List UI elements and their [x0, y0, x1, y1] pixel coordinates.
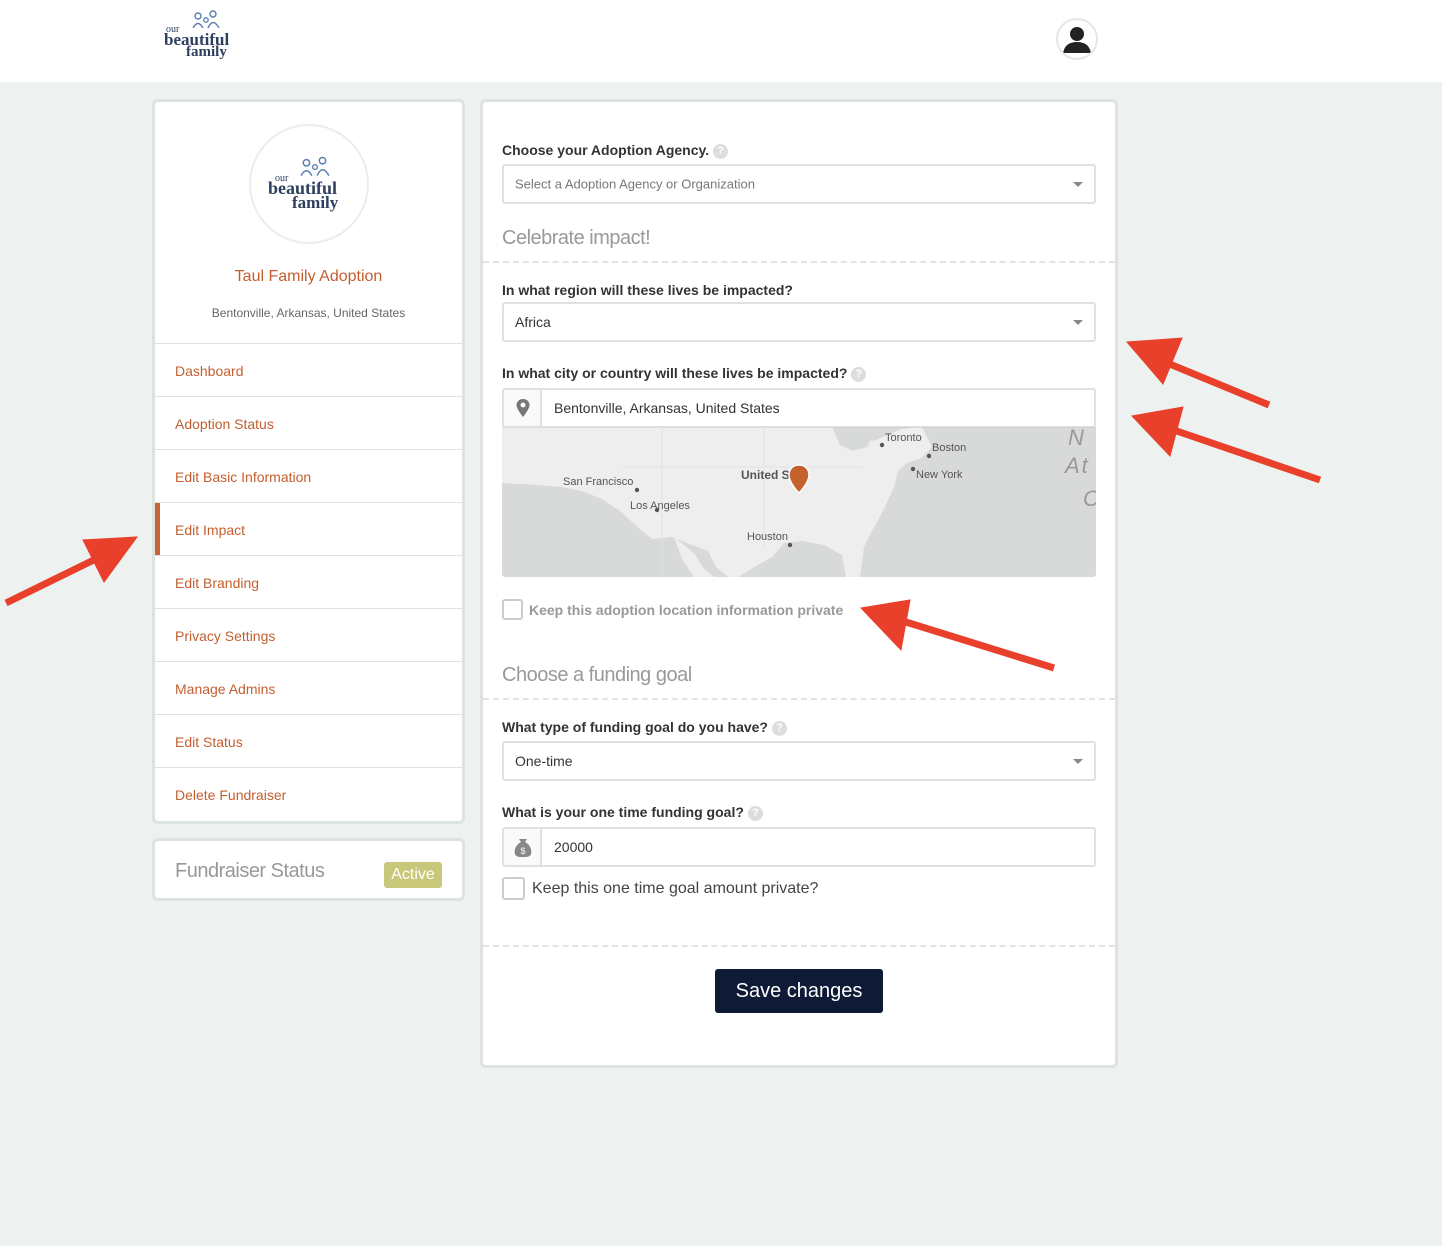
money-bag-icon: $ — [514, 839, 532, 857]
sidebar-item-label: Manage Admins — [175, 681, 276, 697]
map-label-ocean-3: O — [1083, 486, 1096, 512]
fundraiser-status-label: Fundraiser Status — [175, 860, 325, 882]
status-badge: Active — [384, 862, 442, 888]
chevron-down-icon — [1073, 320, 1083, 325]
top-bar: our beautiful family — [0, 0, 1442, 82]
sidebar-item-edit-branding[interactable]: Edit Branding — [155, 555, 462, 608]
goal-private-label[interactable]: Keep this one time goal amount private? — [532, 880, 818, 898]
city-label: In what city or country will these lives… — [502, 365, 867, 382]
sidebar: our beautiful family Taul Family Adoptio… — [152, 99, 465, 824]
region-select[interactable]: Africa — [502, 302, 1096, 342]
map-land-shapes — [502, 427, 1096, 577]
sidebar-item-label: Edit Status — [175, 734, 243, 750]
fundraiser-avatar: our beautiful family — [249, 124, 369, 244]
help-icon[interactable]: ? — [851, 367, 867, 382]
money-bag-addon: $ — [504, 829, 542, 865]
sidebar-item-edit-status[interactable]: Edit Status — [155, 714, 462, 767]
agency-select-placeholder: Select a Adoption Agency or Organization — [515, 176, 755, 192]
user-avatar-button[interactable] — [1056, 18, 1098, 60]
map-marker-icon — [788, 464, 810, 495]
save-changes-button[interactable]: Save changes — [715, 969, 883, 1013]
agency-select[interactable]: Select a Adoption Agency or Organization — [502, 164, 1096, 204]
sidebar-item-label: Edit Basic Information — [175, 469, 312, 485]
goal-amount-input-group: $ — [502, 827, 1096, 867]
svg-text:$: $ — [520, 846, 525, 856]
user-icon — [1063, 27, 1091, 53]
goal-type-select-value: One-time — [515, 753, 573, 769]
goal-amount-label: What is your one time funding goal?? — [502, 804, 763, 821]
sidebar-item-label: Privacy Settings — [175, 628, 276, 644]
sidebar-item-edit-basic-information[interactable]: Edit Basic Information — [155, 449, 462, 502]
sidebar-item-privacy-settings[interactable]: Privacy Settings — [155, 608, 462, 661]
funding-section-title: Choose a funding goal — [502, 664, 692, 686]
goal-type-label: What type of funding goal do you have?? — [502, 719, 787, 736]
agency-label-text: Choose your Adoption Agency. — [502, 142, 710, 158]
arrow-annotation — [1163, 423, 1322, 484]
fundraiser-title[interactable]: Taul Family Adoption — [155, 268, 462, 286]
sidebar-item-label: Edit Impact — [175, 522, 246, 538]
agency-label: Choose your Adoption Agency.? — [502, 142, 729, 159]
goal-type-label-text: What type of funding goal do you have? — [502, 719, 768, 735]
sidebar-item-label: Delete Fundraiser — [175, 787, 287, 803]
region-select-value: Africa — [515, 314, 551, 330]
arrow-head — [1130, 406, 1184, 457]
sidebar-item-edit-impact[interactable]: Edit Impact — [155, 502, 462, 555]
location-pin-addon — [504, 390, 542, 426]
arrow-annotation — [1158, 356, 1271, 409]
region-label: In what region will these lives be impac… — [502, 282, 793, 298]
help-icon[interactable]: ? — [713, 144, 729, 159]
map-label-houston: Houston — [747, 531, 788, 543]
location-pin-icon — [516, 399, 530, 417]
city-label-text: In what city or country will these lives… — [502, 365, 848, 381]
help-icon[interactable]: ? — [772, 721, 787, 736]
map-label-san-francisco: San Francisco — [563, 476, 634, 488]
goal-type-select[interactable]: One-time — [502, 741, 1096, 781]
impact-section-title: Celebrate impact! — [502, 227, 651, 249]
map-label-united-states: United S — [741, 468, 790, 482]
brand-logo[interactable]: our beautiful family — [163, 10, 243, 64]
goal-amount-input[interactable] — [544, 829, 1094, 865]
family-icon — [192, 10, 220, 28]
chevron-down-icon — [1073, 759, 1083, 764]
chevron-down-icon — [1073, 182, 1083, 187]
map-label-toronto: Toronto — [885, 432, 922, 444]
arrow-head — [82, 536, 139, 583]
sidebar-item-label: Adoption Status — [175, 416, 274, 432]
location-map[interactable]: Toronto Boston New York United S San Fra… — [502, 427, 1096, 577]
sidebar-item-adoption-status[interactable]: Adoption Status — [155, 396, 462, 449]
sidebar-item-dashboard[interactable]: Dashboard — [155, 343, 462, 396]
sidebar-item-label: Dashboard — [175, 363, 244, 379]
location-private-label[interactable]: Keep this adoption location information … — [529, 602, 843, 618]
goal-amount-label-text: What is your one time funding goal? — [502, 804, 744, 820]
sidebar-nav: Dashboard Adoption Status Edit Basic Inf… — [155, 343, 462, 820]
sidebar-item-delete-fundraiser[interactable]: Delete Fundraiser — [155, 767, 462, 820]
arrow-annotation — [4, 549, 110, 607]
map-label-ocean-1: N — [1068, 427, 1086, 450]
map-label-ocean-2: At — [1065, 453, 1090, 478]
sidebar-item-manage-admins[interactable]: Manage Admins — [155, 661, 462, 714]
city-input-group — [502, 388, 1096, 428]
location-private-checkbox[interactable] — [502, 599, 523, 620]
section-divider — [483, 945, 1115, 947]
fundraiser-status-panel: Fundraiser Status Active — [152, 838, 465, 901]
fundraiser-location: Bentonville, Arkansas, United States — [211, 306, 406, 320]
goal-private-checkbox[interactable] — [502, 877, 525, 900]
sidebar-item-label: Edit Branding — [175, 575, 260, 591]
city-input[interactable] — [544, 390, 1094, 426]
map-label-boston: Boston — [932, 442, 967, 454]
section-divider — [483, 261, 1115, 263]
family-icon — [300, 156, 330, 176]
logo-text-family: family — [186, 44, 227, 60]
map-label-los-angeles: Los Angeles — [630, 500, 690, 512]
logo-text-family: family — [292, 193, 339, 212]
edit-impact-form: Choose your Adoption Agency.? Select a A… — [480, 99, 1118, 1068]
region-label-text: In what region will these lives be impac… — [502, 282, 793, 298]
arrow-head — [1125, 337, 1183, 385]
help-icon[interactable]: ? — [747, 806, 763, 821]
section-divider — [483, 698, 1115, 700]
map-label-new-york: New York — [916, 469, 963, 481]
